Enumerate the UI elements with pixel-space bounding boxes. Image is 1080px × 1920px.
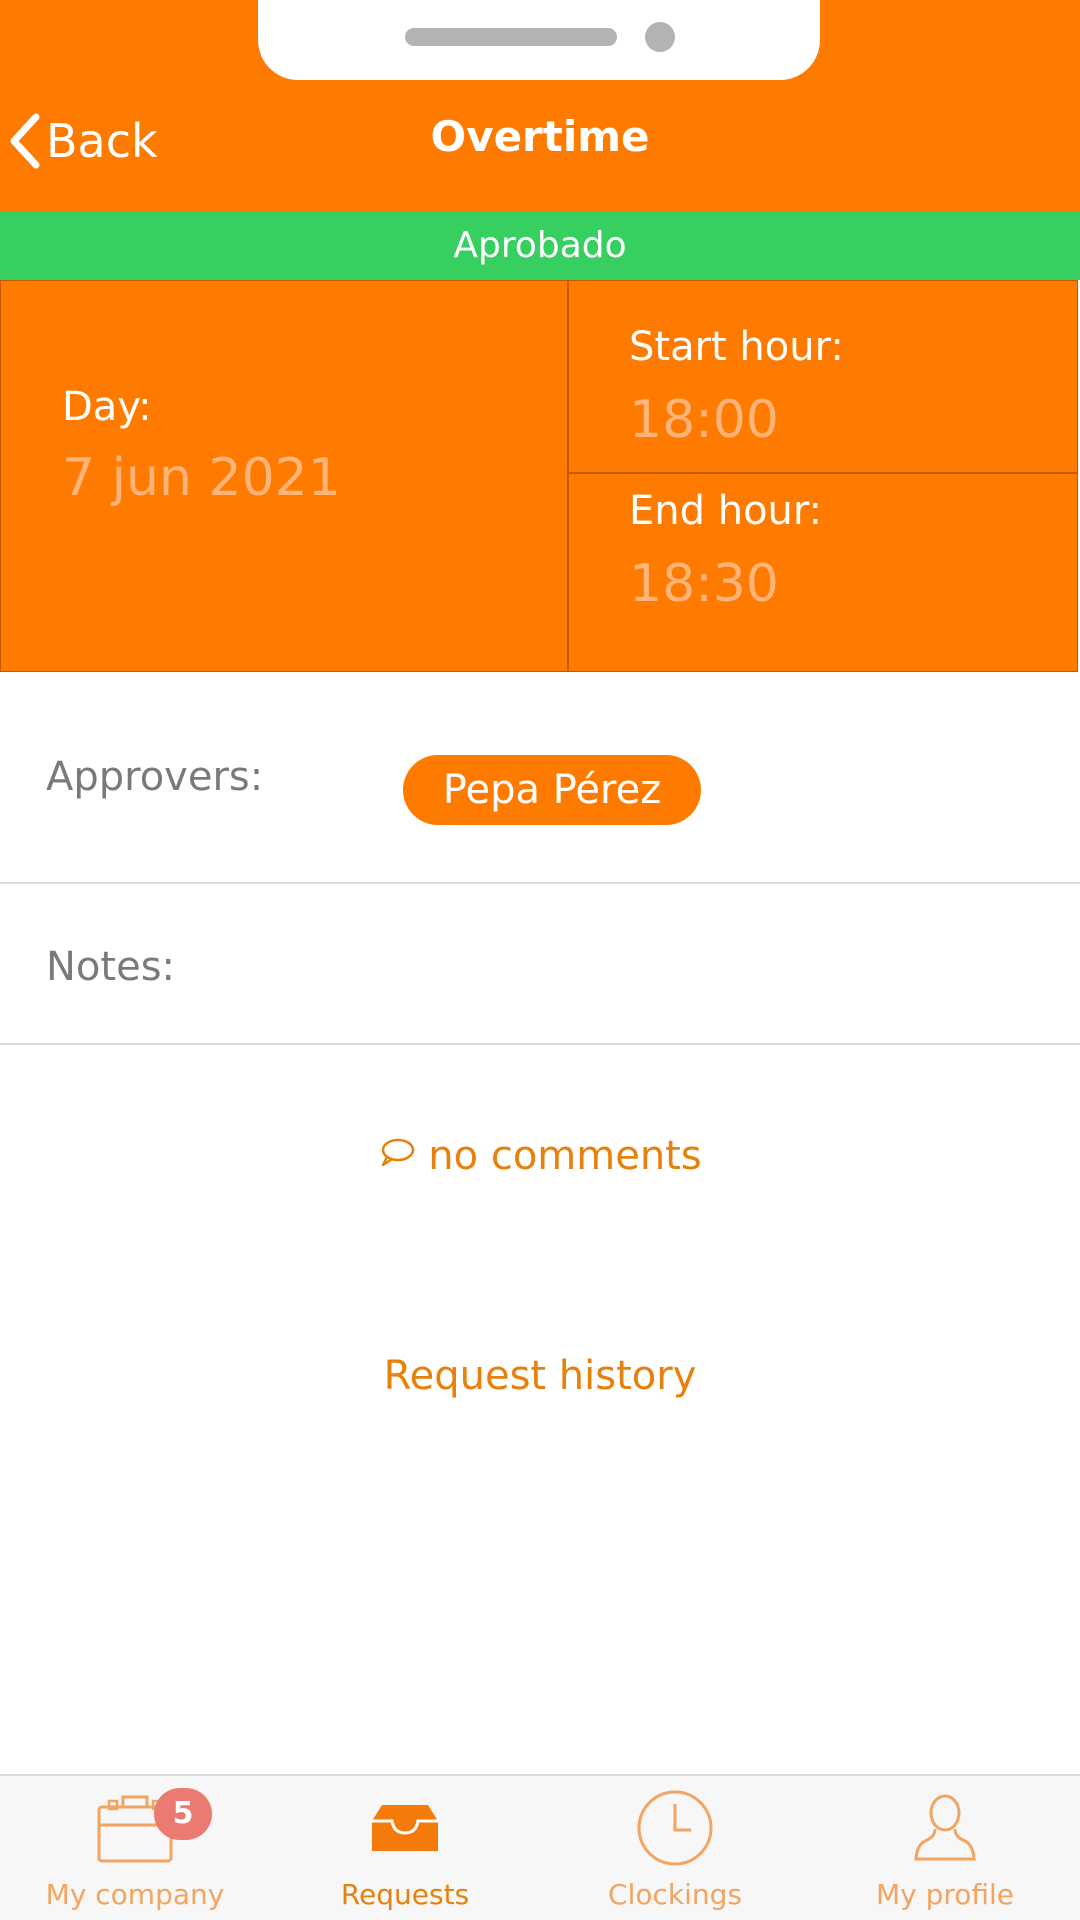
comments-label: no comments	[428, 1133, 702, 1179]
start-hour-value: 18:00	[629, 390, 779, 450]
tab-label: My profile	[875, 1878, 1015, 1911]
notch-speaker	[405, 28, 617, 46]
day-value: 7 jun 2021	[62, 448, 341, 508]
tab-requests[interactable]: Requests	[270, 1778, 540, 1920]
status-badge: Aprobado	[0, 212, 1080, 280]
panel-vertical-divider	[567, 280, 569, 672]
comment-icon	[378, 1133, 416, 1179]
tab-label: My company	[45, 1878, 225, 1911]
tab-label: Requests	[340, 1878, 470, 1911]
person-icon	[810, 1788, 1080, 1868]
tab-my-company[interactable]: My company	[0, 1778, 270, 1920]
tab-label: Clockings	[608, 1878, 742, 1911]
end-hour-label: End hour:	[629, 488, 823, 534]
notch-camera	[645, 22, 675, 52]
comments-link[interactable]: no comments	[0, 1128, 1080, 1184]
notification-badge: 5	[154, 1788, 212, 1840]
page-title: Overtime	[430, 112, 650, 161]
clock-icon	[540, 1788, 810, 1868]
panel-horizontal-divider	[569, 472, 1078, 474]
row-divider	[0, 882, 1080, 884]
notes-label: Notes:	[46, 944, 176, 990]
briefcase-icon	[0, 1788, 270, 1868]
approver-chip[interactable]: Pepa Pérez	[403, 755, 701, 825]
approvers-label: Approvers:	[46, 754, 264, 800]
tab-clockings[interactable]: Clockings	[540, 1778, 810, 1920]
request-history-link[interactable]: Request history	[0, 1348, 1080, 1404]
tab-my-profile[interactable]: My profile	[810, 1778, 1080, 1920]
day-label: Day:	[62, 384, 152, 430]
inbox-icon	[270, 1788, 540, 1868]
end-hour-value: 18:30	[629, 554, 779, 614]
row-divider	[0, 1043, 1080, 1045]
start-hour-label: Start hour:	[629, 324, 844, 370]
